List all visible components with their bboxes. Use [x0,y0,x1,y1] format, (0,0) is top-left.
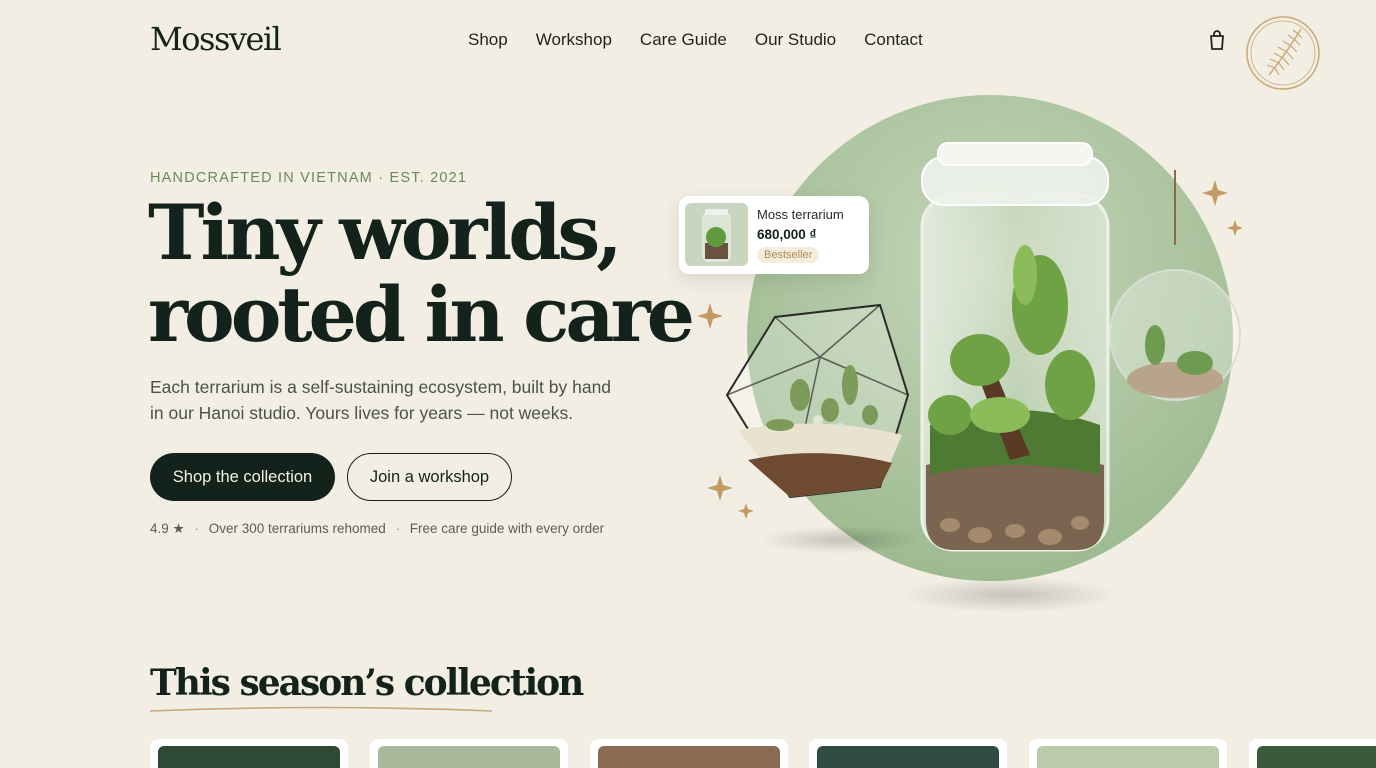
product-price: 680,000 ₫ [757,227,817,242]
nav-item-shop[interactable]: Shop [468,30,508,50]
hero-terrarium-illustration [680,95,1280,625]
collection-card[interactable] [150,739,348,768]
collection-card[interactable] [1249,739,1376,768]
main-nav: Shop Workshop Care Guide Our Studio Cont… [468,30,923,50]
product-name: Moss terrarium [757,207,844,222]
nav-item-our-studio[interactable]: Our Studio [755,30,836,50]
shop-collection-button[interactable]: Shop the collection [150,453,335,501]
collection-grid [150,739,1376,768]
site-header: Mossveil Shop Workshop Care Guide Our St… [0,0,1376,90]
product-thumbnail [685,203,748,266]
title-underline [150,706,492,712]
featured-product-card[interactable]: Moss terrarium 680,000 ₫ Bestseller [679,196,869,274]
collection-card[interactable] [1029,739,1227,768]
stat-care-guide: Free care guide with every order [409,521,605,536]
shopping-bag-icon[interactable] [1206,28,1228,52]
collection-card[interactable] [809,739,1007,768]
join-workshop-button[interactable]: Join a workshop [347,453,512,501]
nav-item-contact[interactable]: Contact [864,30,923,50]
headline-line-2: rooted in care [148,270,695,359]
description-line-2: in our Hanoi studio. Yours lives for yea… [150,403,574,423]
fern-leaf-seal-icon [1245,15,1321,91]
hero-description: Each terrarium is a self-sustaining ecos… [150,374,630,426]
headline-line-1: Tiny worlds, [148,188,623,277]
description-line-1: Each terrarium is a self-sustaining ecos… [150,377,612,397]
collection-card[interactable] [590,739,788,768]
nav-item-care-guide[interactable]: Care Guide [640,30,727,50]
hero-stats: 4.9 ★ · Over 300 terrariums rehomed · Fr… [150,521,605,536]
stat-rehomed: Over 300 terrariums rehomed [208,521,386,536]
brand-logo[interactable]: Mossveil [150,20,282,58]
bestseller-badge: Bestseller [757,247,820,263]
collection-title: This season’s collection [150,662,584,704]
rating-value: 4.9 [150,521,169,536]
nav-item-workshop[interactable]: Workshop [536,30,612,50]
star-icon: ★ [172,521,185,536]
hero-headline: Tiny worlds, rooted in care [148,192,708,356]
collection-card[interactable] [370,739,568,768]
hero-eyebrow: HANDCRAFTED IN VIETNAM · EST. 2021 [150,170,468,186]
